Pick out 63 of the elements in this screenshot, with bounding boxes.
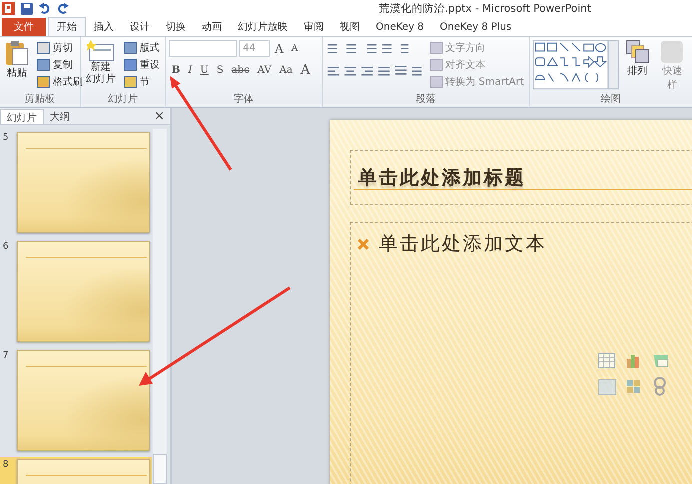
slide-thumbnail[interactable] <box>17 350 150 451</box>
scrollbar[interactable] <box>153 129 167 484</box>
slide-tool-button[interactable]: 重设 <box>122 57 162 73</box>
body-text: 单击此处添加文本 <box>379 232 547 257</box>
slide-icon <box>87 40 115 62</box>
group-label: 剪贴板 <box>24 92 56 107</box>
bullet-icon <box>358 238 369 250</box>
arrange-button[interactable]: 排列 <box>624 40 652 92</box>
clipboard-tool-button[interactable]: 剪切 <box>35 40 85 56</box>
slide-number: 5 <box>3 132 10 145</box>
ribbon-tab[interactable]: 审阅 <box>296 18 332 36</box>
style-swatch-icon <box>660 40 684 64</box>
panel-tab[interactable]: 大纲 <box>44 109 76 124</box>
ribbon-tab[interactable]: 动画 <box>194 18 230 36</box>
window-title: 荒漠化的防治.pptx - Microsoft PowerPoint <box>379 2 592 16</box>
paste-button[interactable]: 粘贴 <box>3 40 31 92</box>
ribbon-tab[interactable]: 插入 <box>86 18 122 36</box>
ribbon-tab[interactable]: OneKey 8 Plus <box>432 18 520 36</box>
undo-icon[interactable] <box>39 2 51 14</box>
slide-number: 8 <box>3 459 10 472</box>
slide-thumbnail[interactable] <box>17 241 150 342</box>
shapes-gallery[interactable] <box>533 40 620 90</box>
clipboard-tool-button[interactable]: 复制 <box>35 57 85 73</box>
format-button[interactable]: abc <box>228 62 253 78</box>
redo-icon[interactable] <box>57 2 69 14</box>
font-name-field[interactable] <box>169 40 237 57</box>
font-color-button[interactable]: A <box>298 62 314 78</box>
ribbon-tab[interactable]: 视图 <box>332 18 368 36</box>
format-button[interactable]: I <box>185 62 196 78</box>
slide-number: 6 <box>3 241 10 254</box>
group-label: 段落 <box>415 92 437 107</box>
ribbon-tab[interactable]: OneKey 8 <box>368 18 432 36</box>
clipboard-icon <box>5 40 29 66</box>
title-text: 单击此处添加标题 <box>358 166 527 191</box>
ribbon-tab[interactable]: 设计 <box>122 18 158 36</box>
slide-thumbnail[interactable] <box>17 132 150 233</box>
content-icons-drawing[interactable] <box>598 352 670 398</box>
font-size-button[interactable]: A <box>288 40 302 56</box>
format-button[interactable]: B <box>169 62 184 78</box>
body-placeholder[interactable]: 单击此处添加文本 <box>350 222 692 484</box>
slide-tool-button[interactable]: 版式 <box>122 40 162 56</box>
ribbon-tab[interactable]: 文件 <box>2 18 46 36</box>
group-label: 字体 <box>233 92 255 107</box>
ribbon-tab[interactable]: 切换 <box>158 18 194 36</box>
title-placeholder[interactable]: 单击此处添加标题 <box>350 150 692 205</box>
clipboard-tool-button[interactable]: 格式刷 <box>35 74 85 90</box>
arrange-icon <box>626 40 650 64</box>
slide-number: 7 <box>3 350 10 363</box>
ribbon-tab[interactable]: 开始 <box>48 17 86 36</box>
app-icon[interactable] <box>2 2 15 15</box>
format-button[interactable]: S <box>214 62 227 78</box>
save-icon[interactable] <box>21 2 33 14</box>
close-button[interactable]: × <box>149 109 170 124</box>
slide-tool-button[interactable]: 节 <box>122 74 162 90</box>
ribbon-tab[interactable]: 幻灯片放映 <box>230 18 296 36</box>
panel-tab[interactable]: 幻灯片 <box>0 109 44 124</box>
font-size-button[interactable]: A <box>272 40 287 56</box>
group-label: 幻灯片 <box>107 92 139 107</box>
new-slide-button[interactable]: 新建 幻灯片 <box>84 40 118 92</box>
format-button[interactable]: U <box>197 62 212 78</box>
group-label: 绘图 <box>600 93 622 107</box>
format-button[interactable]: Aa <box>276 62 296 78</box>
format-button[interactable]: AV <box>254 62 275 78</box>
